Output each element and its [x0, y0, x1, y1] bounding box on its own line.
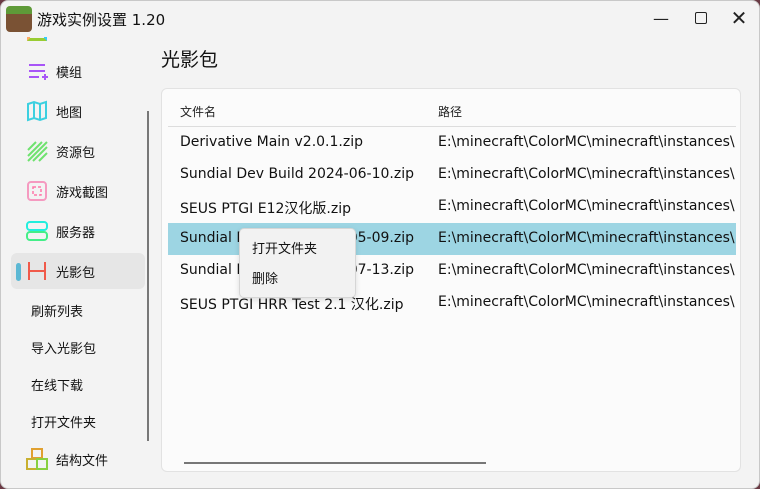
- table-row[interactable]: Sundial Dev Build 2024-06-10.zip E:\minec…: [168, 159, 736, 191]
- file-path: E:\minecraft\ColorMC\minecraft\instances…: [438, 262, 735, 278]
- page-title: 光影包: [161, 49, 219, 71]
- sidebar-item-shaderpacks[interactable]: 光影包: [11, 253, 145, 289]
- file-path: E:\minecraft\ColorMC\minecraft\instances…: [438, 230, 735, 246]
- selection-indicator: [16, 263, 21, 281]
- sidebar-item-label: 资源包: [56, 145, 96, 161]
- sidebar-item-label: 地图: [56, 105, 83, 121]
- window: 游戏实例设置 1.20 — ✕ 模组 地图 资源包 游戏截图 服务器 光影包 刷…: [0, 0, 760, 489]
- mod-icon: [29, 64, 48, 80]
- sidebar-item-screenshots[interactable]: 游戏截图: [11, 173, 145, 209]
- refresh-list-button[interactable]: 刷新列表: [11, 292, 145, 328]
- sidebar-item-mods[interactable]: 模组: [11, 53, 145, 89]
- column-header-path[interactable]: 路径: [438, 103, 462, 120]
- close-button[interactable]: ✕: [716, 1, 759, 35]
- sidebar-item-label: 结构文件: [56, 453, 109, 469]
- action-label: 刷新列表: [31, 304, 84, 320]
- sidebar-item-resourcepacks[interactable]: 资源包: [11, 133, 145, 169]
- file-name: Derivative Main v2.0.1.zip: [180, 134, 363, 150]
- online-download-button[interactable]: 在线下载: [11, 366, 145, 402]
- shaderpack-icon: [28, 262, 46, 280]
- sidebar: 模组 地图 资源包 游戏截图 服务器 光影包 刷新列表 导入光影包 在线下载 打…: [1, 37, 151, 488]
- grass-block-icon: [6, 6, 32, 32]
- sidebar-item-label: 游戏截图: [56, 185, 109, 201]
- file-path: E:\minecraft\ColorMC\minecraft\instances…: [438, 198, 735, 214]
- structure-icon: [26, 448, 48, 470]
- action-label: 导入光影包: [31, 341, 97, 357]
- file-path: E:\minecraft\ColorMC\minecraft\instances…: [438, 294, 735, 310]
- server-icon: [26, 221, 48, 241]
- column-header-filename[interactable]: 文件名: [180, 103, 216, 120]
- context-menu: 打开文件夹 删除: [239, 228, 356, 298]
- window-title: 游戏实例设置 1.20: [37, 11, 166, 29]
- table-row[interactable]: Derivative Main v2.0.1.zip E:\minecraft\C…: [168, 127, 736, 159]
- sidebar-item-label: 光影包: [56, 265, 96, 281]
- sidebar-item-structures[interactable]: 结构文件: [11, 441, 145, 477]
- screenshot-icon: [27, 181, 47, 201]
- horizontal-scrollbar[interactable]: [184, 462, 486, 464]
- sidebar-item-label: 服务器: [56, 225, 96, 241]
- menu-item-open-folder[interactable]: 打开文件夹: [252, 238, 317, 257]
- table-row[interactable]: SEUS PTGI E12汉化版.zip E:\minecraft\ColorMC…: [168, 191, 736, 223]
- settings-icon: [27, 37, 47, 41]
- resourcepack-icon: [27, 141, 48, 162]
- title-bar: 游戏实例设置 1.20 — ✕: [1, 1, 759, 37]
- action-label: 打开文件夹: [31, 415, 97, 431]
- sidebar-item-servers[interactable]: 服务器: [11, 213, 145, 249]
- file-name: Sundial Dev Build 2024-06-10.zip: [180, 166, 414, 182]
- action-label: 在线下载: [31, 378, 84, 394]
- open-folder-button[interactable]: 打开文件夹: [11, 403, 145, 439]
- sidebar-item-maps[interactable]: 地图: [11, 93, 145, 129]
- sidebar-item-label: 模组: [56, 65, 83, 81]
- map-icon: [27, 100, 47, 122]
- import-shaderpack-button[interactable]: 导入光影包: [11, 329, 145, 365]
- sidebar-scrollbar[interactable]: [147, 111, 149, 441]
- file-path: E:\minecraft\ColorMC\minecraft\instances…: [438, 134, 735, 150]
- menu-item-delete[interactable]: 删除: [252, 268, 278, 287]
- file-name: SEUS PTGI E12汉化版.zip: [180, 201, 351, 217]
- file-path: E:\minecraft\ColorMC\minecraft\instances…: [438, 166, 735, 182]
